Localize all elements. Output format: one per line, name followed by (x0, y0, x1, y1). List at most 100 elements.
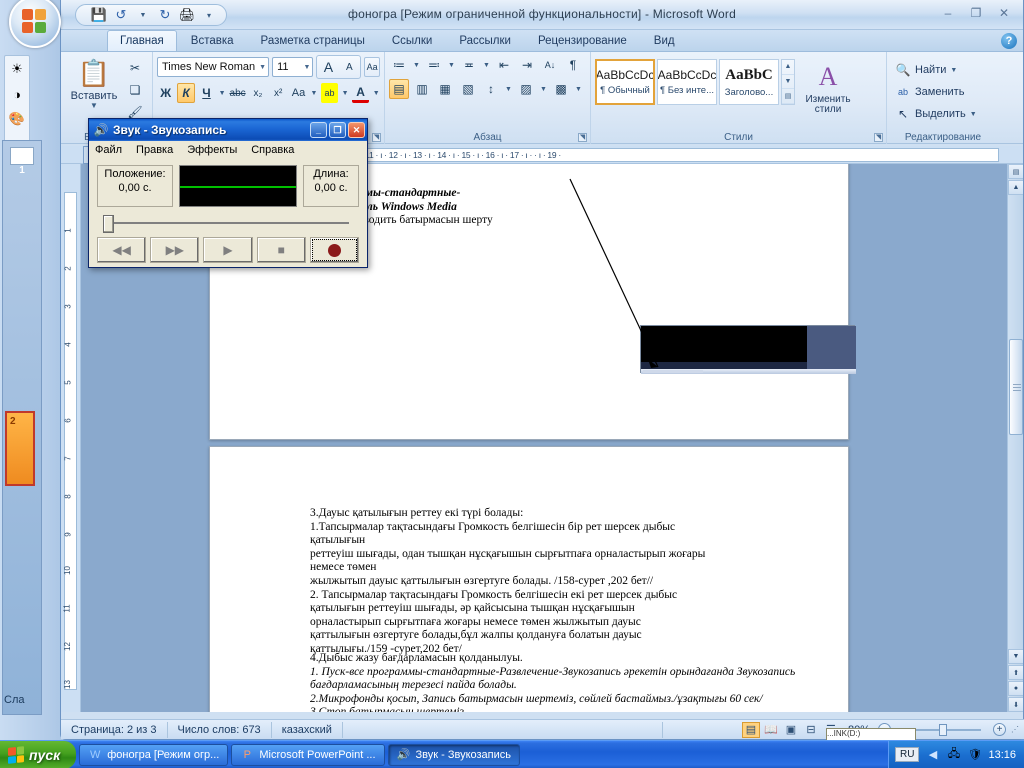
recorder-close-button[interactable]: ✕ (348, 122, 365, 138)
scroll-up-arrow[interactable]: ▲ (1008, 180, 1023, 195)
change-case-dropdown-icon[interactable]: ▼ (310, 83, 318, 103)
borders-button[interactable]: ▩ (551, 79, 571, 99)
borders-dropdown-icon[interactable]: ▼ (574, 79, 583, 99)
replace-button[interactable]: ab Заменить (891, 81, 995, 103)
grow-font-icon[interactable]: A (318, 57, 338, 77)
align-right-button[interactable]: ▦ (435, 79, 455, 99)
superscript-button[interactable]: x² (270, 83, 287, 103)
full-screen-reading-view-icon[interactable]: 📖 (762, 722, 780, 738)
bullets-dropdown-icon[interactable]: ▼ (412, 55, 421, 75)
font-size-combo[interactable]: 11 ▼ (272, 57, 314, 77)
status-language[interactable]: казахский (272, 721, 343, 738)
subscript-button[interactable]: x₂ (249, 83, 266, 103)
strikethrough-button[interactable]: abc (229, 83, 246, 103)
select-button[interactable]: ↖ Выделить ▼ (891, 103, 995, 125)
increase-indent-button[interactable]: ⇥ (517, 55, 537, 75)
stop-button[interactable]: ■ (256, 237, 306, 263)
style-normal[interactable]: AaBbCcDc ¶ Обычный (595, 59, 655, 105)
bullets-button[interactable]: ≔ (389, 55, 409, 75)
styles-dialog-launcher[interactable]: ◥ (874, 133, 883, 142)
sort-button[interactable]: A↓ (540, 55, 560, 75)
numbering-dropdown-icon[interactable]: ▼ (447, 55, 456, 75)
next-page-icon[interactable]: ⬇ (1008, 697, 1023, 712)
gallery-up-icon[interactable]: ▲ (782, 60, 794, 75)
position-slider[interactable] (97, 213, 359, 233)
maximize-button[interactable]: ❐ (963, 4, 989, 22)
tab-view[interactable]: Вид (641, 30, 688, 51)
change-styles-button[interactable]: A Изменить стили (797, 59, 859, 125)
brightness-icon[interactable]: ☀ (8, 60, 26, 78)
network-icon[interactable]: 🖧 (946, 747, 961, 762)
minimize-button[interactable]: – (935, 4, 961, 22)
show-formatting-marks-button[interactable]: ¶ (563, 55, 583, 75)
paste-dropdown-icon[interactable]: ▼ (90, 102, 98, 110)
record-button[interactable] (309, 237, 360, 263)
cut-icon[interactable]: ✂ (125, 58, 145, 78)
underline-dropdown-icon[interactable]: ▼ (218, 83, 226, 103)
status-word-count[interactable]: Число слов: 673 (168, 721, 272, 738)
media-player-image[interactable] (640, 325, 856, 374)
forward-button[interactable]: ▶▶ (150, 237, 200, 263)
recorder-maximize-button[interactable]: ❐ (329, 122, 346, 138)
decrease-indent-button[interactable]: ⇤ (494, 55, 514, 75)
font-name-combo[interactable]: Times New Roman ▼ (157, 57, 270, 77)
font-color-button[interactable]: A (351, 83, 370, 103)
tab-home[interactable]: Главная (107, 30, 177, 51)
menu-edit[interactable]: Правка (136, 144, 173, 156)
help-icon[interactable]: ? (1001, 33, 1017, 49)
split-view-icon[interactable]: ▤ (1008, 164, 1023, 179)
multilevel-dropdown-icon[interactable]: ▼ (482, 55, 491, 75)
find-dropdown-icon[interactable]: ▼ (950, 67, 957, 74)
tab-insert[interactable]: Вставка (178, 30, 247, 51)
taskbar-item-recorder[interactable]: 🔊 Звук - Звукозапись (387, 743, 521, 766)
justify-button[interactable]: ▧ (458, 79, 478, 99)
start-button[interactable]: пуск (0, 740, 77, 768)
shading-button[interactable]: ▨ (516, 79, 536, 99)
slide-thumbnail-1[interactable]: 1 (7, 147, 37, 176)
outline-view-icon[interactable]: ⊟ (802, 722, 820, 738)
copy-icon[interactable]: ❏ (125, 80, 145, 100)
slider-thumb[interactable] (103, 215, 114, 233)
multilevel-list-button[interactable]: ≖ (459, 55, 479, 75)
underline-button[interactable]: Ч (198, 83, 215, 103)
taskbar-item-word[interactable]: W фоногра [Режим огр... (79, 743, 229, 766)
shading-dropdown-icon[interactable]: ▼ (539, 79, 548, 99)
change-case-button[interactable]: Aa (290, 83, 307, 103)
clear-formatting-icon[interactable]: Aa (364, 57, 380, 77)
web-layout-view-icon[interactable]: ▣ (782, 722, 800, 738)
language-indicator[interactable]: RU (895, 747, 920, 762)
highlight-dropdown-icon[interactable]: ▼ (341, 83, 349, 103)
style-heading[interactable]: AaBbC Заголово... (719, 59, 779, 105)
powerpoint-slide-panel[interactable]: 1 2 (2, 140, 42, 715)
numbering-button[interactable]: ≕ (424, 55, 444, 75)
clock[interactable]: 13:16 (988, 749, 1016, 761)
align-center-button[interactable]: ▥ (412, 79, 432, 99)
gallery-down-icon[interactable]: ▼ (782, 75, 794, 90)
slide-thumbnail-2[interactable]: 2 (5, 411, 35, 486)
contrast-icon[interactable]: ◑ (8, 85, 26, 103)
taskbar-item-powerpoint[interactable]: P Microsoft PowerPoint ... (231, 743, 385, 766)
chevron-down-icon[interactable]: ▼ (299, 64, 310, 71)
play-button[interactable]: ▶ (203, 237, 253, 263)
zoom-in-button[interactable]: + (993, 723, 1006, 736)
tab-references[interactable]: Ссылки (379, 30, 446, 51)
show-hidden-icons-icon[interactable]: ◀ (925, 747, 940, 762)
gallery-more-icon[interactable]: ▤ (782, 89, 794, 105)
find-button[interactable]: 🔍 Найти ▼ (891, 59, 995, 81)
menu-file[interactable]: Файл (95, 144, 122, 156)
document-page-2[interactable]: 3.Дауыс қатылығын реттеу екі түрі болады… (209, 446, 849, 712)
vertical-ruler[interactable]: 1 2 3 4 5 6 7 8 9 10 11 12 13 (61, 164, 81, 712)
zoom-slider-thumb[interactable] (939, 723, 947, 736)
shrink-font-icon[interactable]: A (339, 57, 359, 77)
select-browse-object-icon[interactable]: ● (1008, 681, 1023, 696)
print-layout-view-icon[interactable]: ▤ (741, 721, 760, 738)
italic-button[interactable]: К (177, 83, 195, 103)
paste-button[interactable]: 📋 Вставить ▼ (65, 55, 123, 121)
resize-grip-icon[interactable]: ⋰ (1008, 725, 1019, 734)
menu-help[interactable]: Справка (251, 144, 294, 156)
scrollbar-thumb[interactable] (1009, 339, 1023, 435)
scroll-down-arrow[interactable]: ▼ (1008, 649, 1023, 664)
chevron-down-icon[interactable]: ▼ (255, 64, 266, 71)
sound-recorder-window[interactable]: 🔊 Звук - Звукозапись _ ❐ ✕ Файл Правка Э… (88, 118, 368, 268)
status-page[interactable]: Страница: 2 из 3 (61, 721, 168, 738)
